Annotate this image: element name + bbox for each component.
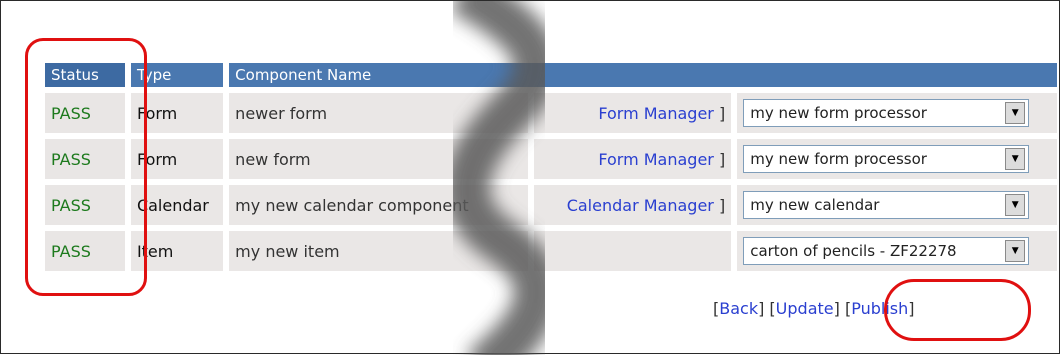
table-row: PASS Item my new item carton of pencils … [45, 231, 1057, 271]
select-value: my new calendar [750, 196, 880, 214]
manager-link-cell: Form Manager ] [534, 93, 732, 133]
header-type[interactable]: Type [130, 63, 224, 87]
manager-link-label: Calendar Manager [566, 195, 714, 215]
manager-link-label: Form Manager [598, 103, 714, 123]
components-table: Status Type Component Name PASS Form new… [39, 57, 1060, 277]
select-value: my new form processor [750, 150, 927, 168]
type-cell: Form [130, 139, 224, 179]
processor-select[interactable]: my new form processor ▼ [743, 99, 1030, 127]
status-cell: PASS [45, 93, 125, 133]
dropdown-arrow-icon[interactable]: ▼ [1005, 102, 1026, 124]
manager-link[interactable]: Form Manager [598, 104, 714, 123]
type-cell: Item [130, 231, 224, 271]
header-component-name[interactable]: Component Name [229, 63, 1057, 87]
status-cell: PASS [45, 185, 125, 225]
processor-select-cell: my new form processor ▼ [737, 139, 1057, 179]
window-frame: Status Type Component Name PASS Form new… [0, 0, 1060, 355]
component-name-cell: my new calendar component [229, 185, 529, 225]
manager-link[interactable]: Form Manager [598, 150, 714, 169]
publish-link[interactable]: Publish [851, 299, 908, 318]
back-link[interactable]: Back [719, 299, 758, 318]
select-value: carton of pencils - ZF22278 [750, 242, 957, 260]
dropdown-arrow-icon[interactable]: ▼ [1005, 240, 1026, 262]
dropdown-arrow-icon[interactable]: ▼ [1005, 148, 1026, 170]
table-row: PASS Form newer form Form Manager ] my n… [45, 93, 1057, 133]
manager-link-cell [534, 231, 732, 271]
manager-link-cell: Form Manager ] [534, 139, 732, 179]
status-cell: PASS [45, 231, 125, 271]
manager-link[interactable]: Calendar Manager [567, 196, 714, 215]
component-name-cell: newer form [229, 93, 529, 133]
table-row: PASS Calendar my new calendar component … [45, 185, 1057, 225]
table-header-row: Status Type Component Name [45, 63, 1057, 87]
manager-link-label: Form Manager [598, 149, 714, 169]
status-cell: PASS [45, 139, 125, 179]
manager-link-cell: Calendar Manager ] [534, 185, 732, 225]
table-row: PASS Form new form Form Manager ] my new… [45, 139, 1057, 179]
update-link[interactable]: Update [776, 299, 834, 318]
processor-select-cell: my new calendar ▼ [737, 185, 1057, 225]
processor-select[interactable]: my new form processor ▼ [743, 145, 1030, 173]
type-cell: Form [130, 93, 224, 133]
item-select[interactable]: carton of pencils - ZF22278 ▼ [743, 237, 1030, 265]
select-value: my new form processor [750, 104, 927, 122]
calendar-select[interactable]: my new calendar ▼ [743, 191, 1030, 219]
type-cell: Calendar [130, 185, 224, 225]
dropdown-arrow-icon[interactable]: ▼ [1005, 194, 1026, 216]
processor-select-cell: my new form processor ▼ [737, 93, 1057, 133]
processor-select-cell: carton of pencils - ZF22278 ▼ [737, 231, 1057, 271]
action-links: [Back] [Update] [Publish] [713, 299, 915, 318]
component-name-cell: my new item [229, 231, 529, 271]
component-name-cell: new form [229, 139, 529, 179]
header-status[interactable]: Status [45, 63, 125, 87]
